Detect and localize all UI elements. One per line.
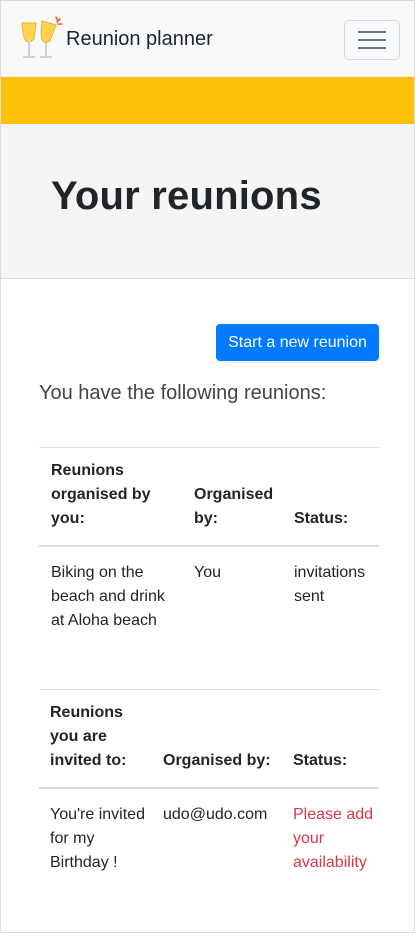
table-header-row: Reunions you are invited to: Organised b… (39, 689, 379, 788)
column-header: Organised by: (163, 751, 271, 769)
column-header: Status: (293, 751, 348, 769)
page: Reunion planner Your reunions Start a ne… (0, 0, 415, 933)
reunion-name-cell[interactable]: You're invited for my Birthday ! (39, 788, 151, 875)
reunion-name-cell[interactable]: Biking on the beach and drink at Aloha b… (39, 546, 182, 647)
column-header: Reunions you are invited to: (50, 703, 127, 769)
page-title: Your reunions (51, 174, 322, 218)
intro-text: You have the following reunions: (39, 382, 327, 404)
invited-reunions-table: Reunions you are invited to: Organised b… (39, 689, 379, 875)
organised-reunions-table: Reunions organised by you: Organised by:… (39, 447, 379, 647)
column-header: Organised by: (194, 485, 274, 527)
brand-name: Reunion planner (66, 27, 213, 50)
status-cell[interactable]: Please add your availability (281, 788, 379, 875)
organiser-cell: You (194, 563, 221, 581)
champagne-glasses-icon (21, 16, 63, 58)
table-row[interactable]: You're invited for my Birthday ! udo@udo… (39, 788, 379, 875)
table-row[interactable]: Biking on the beach and drink at Aloha b… (39, 546, 379, 647)
start-new-reunion-button[interactable]: Start a new reunion (216, 324, 379, 361)
alert-bar (1, 77, 414, 124)
hamburger-menu-icon (358, 31, 386, 49)
organiser-cell: udo@udo.com (163, 805, 268, 823)
column-header: Reunions organised by you: (51, 461, 151, 527)
navbar: Reunion planner (1, 1, 414, 77)
status-cell: invitations sent (294, 563, 366, 605)
column-header: Status: (294, 509, 349, 527)
menu-toggle-button[interactable] (344, 20, 400, 60)
table-header-row: Reunions organised by you: Organised by:… (39, 447, 379, 546)
brand-link[interactable]: Reunion planner (18, 15, 213, 63)
page-header: Your reunions (1, 124, 414, 279)
